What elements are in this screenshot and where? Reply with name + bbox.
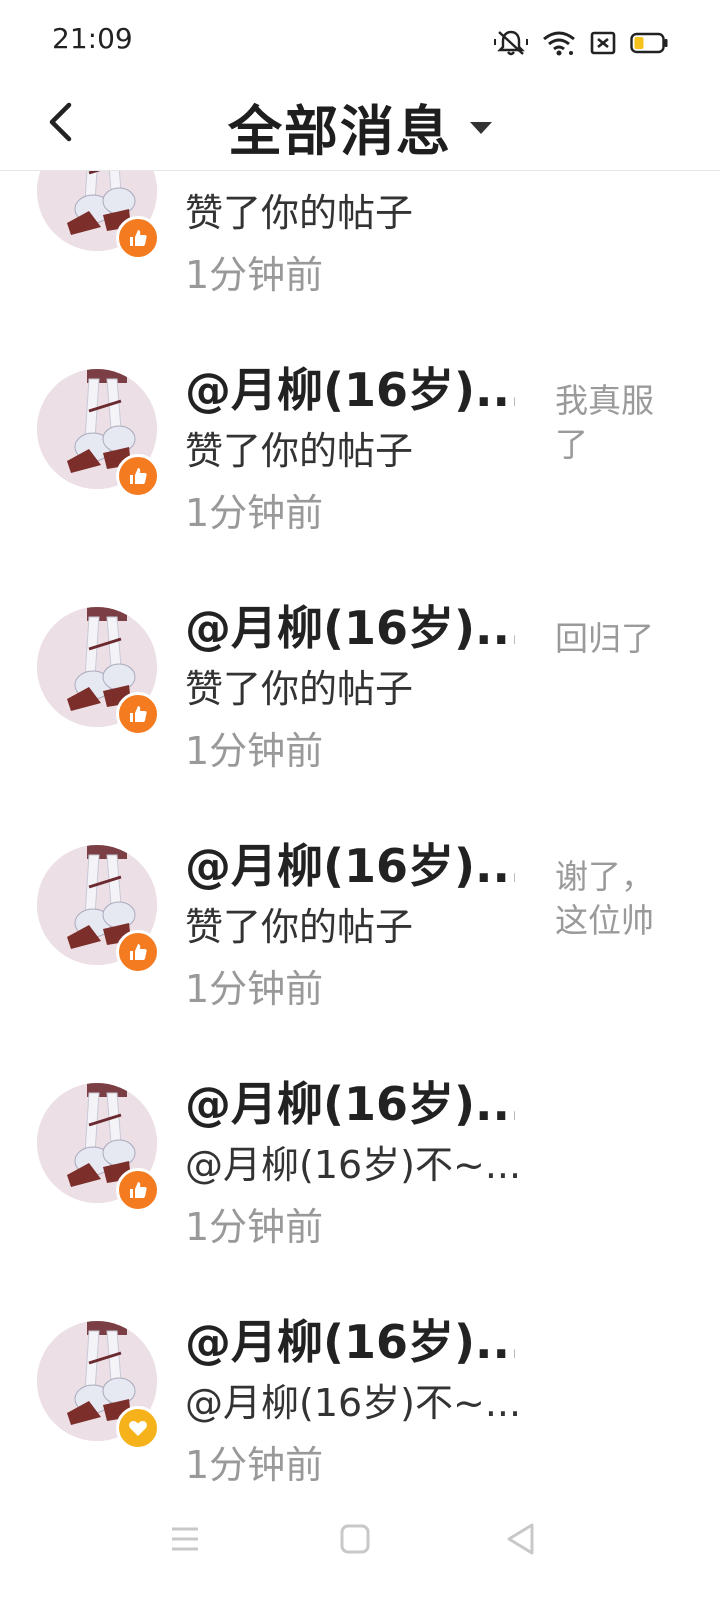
- thumbs-up-icon: [116, 216, 160, 260]
- message-time: 1分钟前: [185, 729, 324, 773]
- message-time: 1分钟前: [185, 491, 324, 535]
- message-action: @月柳(16岁)不~...: [185, 1143, 522, 1187]
- battery-icon: [630, 32, 668, 54]
- message-item[interactable]: 赞了你的帖子 1分钟前 位帅哥: [0, 171, 720, 339]
- post-preview[interactable]: 位帅哥: [555, 171, 665, 187]
- close-box-icon: [590, 30, 616, 56]
- post-preview[interactable]: [555, 1331, 665, 1415]
- thumbs-up-icon: [116, 454, 160, 498]
- thumbs-up-icon: [116, 930, 160, 974]
- sender-name[interactable]: @月柳(16岁)...: [185, 837, 515, 895]
- message-action: 赞了你的帖子: [185, 429, 414, 473]
- post-preview[interactable]: 回归了: [555, 617, 665, 701]
- back-triangle-icon: [505, 1522, 537, 1560]
- message-action: 赞了你的帖子: [185, 905, 414, 949]
- message-time: 1分钟前: [185, 1205, 324, 1249]
- page-title: 全部消息: [228, 99, 452, 163]
- mute-icon: [494, 29, 528, 57]
- heart-icon: [116, 1406, 160, 1450]
- sender-name[interactable]: @月柳(16岁)...: [185, 1313, 515, 1371]
- post-preview[interactable]: [555, 1093, 665, 1177]
- nav-back-button[interactable]: [496, 1516, 546, 1566]
- status-time: 21:09: [52, 22, 133, 55]
- menu-icon: [169, 1524, 201, 1558]
- message-item[interactable]: @月柳(16岁)... @月柳(16岁)不~... 1分钟前: [0, 1291, 720, 1486]
- message-action: @月柳(16岁)不~...: [185, 1381, 522, 1425]
- system-nav-bar: [0, 1486, 720, 1600]
- wifi-icon: [542, 29, 576, 57]
- sender-name[interactable]: @月柳(16岁)...: [185, 1075, 515, 1133]
- message-time: 1分钟前: [185, 967, 324, 1011]
- status-icons: [494, 26, 668, 60]
- sender-name[interactable]: @月柳(16岁)...: [185, 599, 515, 657]
- message-time: 1分钟前: [185, 253, 324, 297]
- home-square-icon: [339, 1523, 371, 1559]
- message-time: 1分钟前: [185, 1443, 324, 1486]
- post-preview[interactable]: 我真服了: [555, 379, 665, 463]
- status-bar: 21:09: [0, 0, 720, 82]
- message-item[interactable]: @月柳(16岁)... @月柳(16岁)不~... 1分钟前: [0, 1053, 720, 1291]
- home-button[interactable]: [330, 1516, 380, 1566]
- message-item[interactable]: @月柳(16岁)... 赞了你的帖子 1分钟前 回归了: [0, 577, 720, 815]
- message-item[interactable]: @月柳(16岁)... 赞了你的帖子 1分钟前 我真服了: [0, 339, 720, 577]
- thumbs-up-icon: [116, 1168, 160, 1212]
- menu-button[interactable]: [160, 1516, 210, 1566]
- post-preview[interactable]: 谢了，这位帅哥: [555, 855, 665, 939]
- header: 全部消息: [0, 82, 720, 171]
- caret-down-icon: [470, 122, 492, 134]
- thumbs-up-icon: [116, 692, 160, 736]
- message-action: 赞了你的帖子: [185, 667, 414, 711]
- sender-name[interactable]: [185, 171, 515, 181]
- sender-name[interactable]: @月柳(16岁)...: [185, 361, 515, 419]
- message-list[interactable]: 赞了你的帖子 1分钟前 位帅哥 @月柳(16岁)... 赞了你的帖子 1分钟前 …: [0, 171, 720, 1486]
- message-item[interactable]: @月柳(16岁)... 赞了你的帖子 1分钟前 谢了，这位帅哥: [0, 815, 720, 1053]
- title-dropdown[interactable]: 全部消息: [0, 82, 720, 170]
- message-action: 赞了你的帖子: [185, 191, 414, 235]
